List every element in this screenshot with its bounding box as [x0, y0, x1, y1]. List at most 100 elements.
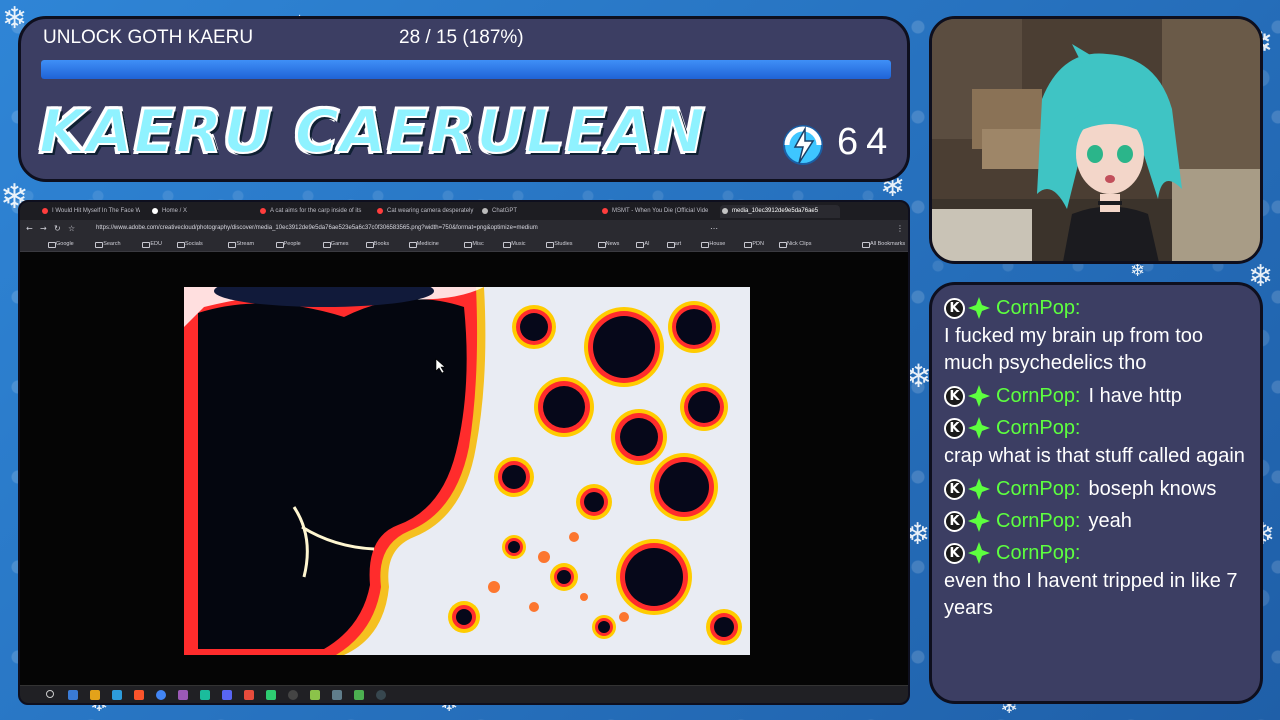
- k-badge-icon: K: [944, 478, 965, 500]
- chat-username[interactable]: CornPop:: [996, 385, 1081, 408]
- psychedelic-image: [184, 287, 750, 655]
- browser-tab[interactable]: Home / X: [150, 205, 250, 218]
- bookmark-folder[interactable]: House: [701, 241, 725, 248]
- tab-label: A cat aims for the carp inside of its: [270, 208, 362, 214]
- app-icon[interactable]: [310, 690, 320, 700]
- browser-address-bar: ← → ↻ ☆ https://www.adobe.com/creativecl…: [20, 220, 908, 238]
- app-icon[interactable]: [244, 690, 254, 700]
- tab-favicon-icon: [377, 208, 383, 214]
- webcam-frame: [929, 16, 1263, 264]
- tab-favicon-icon: [602, 208, 608, 214]
- chat-username[interactable]: CornPop:: [996, 510, 1081, 533]
- bookmark-folder[interactable]: Stream: [228, 241, 254, 248]
- chat-username[interactable]: CornPop:: [996, 542, 1081, 565]
- screen-capture: I Would Hit Myself In The Face Wit Home /…: [18, 200, 910, 705]
- browser-tab[interactable]: A cat aims for the carp inside of its: [258, 205, 368, 218]
- bookmark-folder[interactable]: News: [597, 241, 619, 248]
- obs-icon[interactable]: [288, 690, 298, 700]
- app-icon[interactable]: [90, 690, 100, 700]
- chat-panel: K CornPop: I fucked my brain up from too m…: [929, 282, 1263, 704]
- tab-favicon-icon: [722, 208, 728, 214]
- bookmark-folder[interactable]: Google: [48, 241, 74, 248]
- sparkle-star-icon: [968, 297, 990, 319]
- k-badge-icon: K: [944, 510, 965, 532]
- brave-icon[interactable]: [134, 690, 144, 700]
- bookmark-folder[interactable]: Socials: [177, 241, 203, 248]
- extensions-icon[interactable]: ⋯: [710, 224, 718, 233]
- url-field[interactable]: https://www.adobe.com/creativecloud/phot…: [96, 223, 696, 235]
- psychedelic-art-svg: [184, 287, 750, 655]
- bookmark-folder[interactable]: EDU: [142, 241, 162, 248]
- app-icon[interactable]: [376, 690, 386, 700]
- bookmark-folder[interactable]: PDN: [744, 241, 764, 248]
- sparkle-star-icon: [968, 385, 990, 407]
- sparkle-star-icon: [968, 542, 990, 564]
- browser-tab[interactable]: MSMT - When You Die (Official Vide: [600, 205, 710, 218]
- app-icon[interactable]: [200, 690, 210, 700]
- chat-message: K CornPop: even tho I havent tripped in li…: [944, 540, 1248, 622]
- bookmark-folder[interactable]: Misc: [464, 241, 484, 248]
- bookmark-star-icon[interactable]: ☆: [68, 224, 75, 233]
- bookmark-folder[interactable]: Music: [503, 241, 526, 248]
- k-badge-icon: K: [944, 385, 965, 407]
- goal-progress-fill: [41, 60, 891, 79]
- all-bookmarks-link[interactable]: All Bookmarks: [862, 241, 905, 248]
- chat-username[interactable]: CornPop:: [996, 478, 1081, 501]
- app-icon[interactable]: [112, 690, 122, 700]
- chat-message-text: boseph knows: [1088, 477, 1217, 500]
- tab-label: MSMT - When You Die (Official Vide: [612, 208, 709, 214]
- k-badge-icon: K: [944, 417, 965, 439]
- app-icon[interactable]: [354, 690, 364, 700]
- search-icon[interactable]: [46, 690, 54, 698]
- browser-tab[interactable]: ChatGPT: [480, 205, 590, 218]
- chat-message: K CornPop: I fucked my brain up from too m…: [944, 295, 1248, 377]
- app-icon[interactable]: [266, 690, 276, 700]
- k-badge-icon: K: [944, 297, 965, 319]
- sparkle-star-icon: [968, 510, 990, 532]
- bookmark-folder[interactable]: Books: [365, 241, 389, 248]
- app-icon[interactable]: [68, 690, 78, 700]
- browser-tab[interactable]: Cat wearing camera desperately sea: [375, 205, 475, 218]
- browser-tab[interactable]: media_10ec3912de9e5da76ae5: [720, 205, 840, 218]
- menu-icon[interactable]: ⋮: [896, 224, 904, 233]
- bookmark-folder[interactable]: Nick Clips: [779, 241, 811, 248]
- goal-label: UNLOCK GOTH KAERU: [43, 27, 254, 48]
- vtuber-avatar-image: [932, 19, 1260, 261]
- bookmark-folder[interactable]: AI: [636, 241, 650, 248]
- chat-message-header: K CornPop: I have http: [944, 383, 1248, 409]
- app-icon[interactable]: [332, 690, 342, 700]
- chat-message-text: I fucked my brain up from too much psych…: [944, 325, 1204, 374]
- tab-favicon-icon: [42, 208, 48, 214]
- chat-message-header: K CornPop:: [944, 540, 1248, 566]
- bookmark-folder[interactable]: People: [275, 241, 301, 248]
- bookmark-folder[interactable]: Games: [322, 241, 349, 248]
- chat-username[interactable]: CornPop:: [996, 417, 1081, 440]
- tab-favicon-icon: [482, 208, 488, 214]
- bookmark-folder[interactable]: Studies: [546, 241, 573, 248]
- chrome-icon[interactable]: [156, 690, 166, 700]
- chat-message-header: K CornPop:: [944, 415, 1248, 441]
- back-icon[interactable]: ←: [26, 224, 33, 233]
- app-icon[interactable]: [178, 690, 188, 700]
- chat-message: K CornPop: boseph knows: [944, 476, 1248, 502]
- sparkle-star-icon: [968, 478, 990, 500]
- snowflake-icon: ❄: [1130, 260, 1146, 281]
- channel-points-icon: [783, 125, 823, 165]
- bookmark-folder[interactable]: Search: [95, 241, 121, 248]
- tab-favicon-icon: [260, 208, 266, 214]
- bookmark-folder[interactable]: art: [666, 241, 681, 248]
- chat-message-text: crap what is that stuff called again: [944, 445, 1245, 467]
- tab-label: Home / X: [162, 208, 188, 214]
- goal-progress-bar: [41, 60, 891, 79]
- chat-username[interactable]: CornPop:: [996, 297, 1081, 320]
- browser-tab-bar: I Would Hit Myself In The Face Wit Home /…: [20, 202, 908, 220]
- chat-message-header: K CornPop: boseph knows: [944, 476, 1248, 502]
- bookmark-folder[interactable]: Medicine: [408, 241, 439, 248]
- chat-message-text: even tho I havent tripped in like 7 year…: [944, 570, 1238, 619]
- browser-tab[interactable]: I Would Hit Myself In The Face Wit: [40, 205, 140, 218]
- discord-icon[interactable]: [222, 690, 232, 700]
- forward-icon[interactable]: →: [40, 224, 47, 233]
- sparkle-star-icon: [968, 417, 990, 439]
- reload-icon[interactable]: ↻: [54, 224, 61, 233]
- bookmarks-bar: All Bookmarks Google Search EDU Socials Stre…: [20, 238, 908, 252]
